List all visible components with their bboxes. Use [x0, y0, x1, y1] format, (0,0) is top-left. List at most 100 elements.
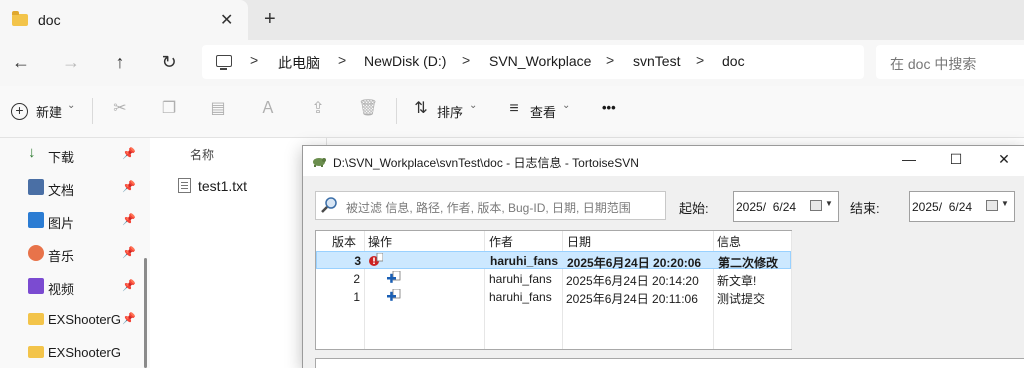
sidebar-item-exshootergame[interactable]: EXShooterGame 📌 — [28, 309, 146, 333]
column-header-name[interactable]: 名称 — [190, 146, 214, 163]
to-date-value: 2025/ 6/24 — [912, 200, 973, 214]
close-button[interactable]: ✕ — [994, 151, 1014, 171]
column-divider — [791, 231, 792, 349]
column-header-date[interactable]: 日期 — [567, 233, 591, 250]
log-message-pane[interactable] — [315, 358, 1024, 368]
chevron-down-icon: ⌄ — [67, 100, 76, 111]
maximize-button[interactable]: ☐ — [946, 151, 966, 171]
column-header-message[interactable]: 信息 — [717, 233, 741, 250]
breadcrumb-separator: > — [696, 52, 705, 68]
paste-icon[interactable]: ▤ — [209, 100, 227, 118]
dialog-title-bar[interactable]: D:\SVN_Workplace\svnTest\doc - 日志信息 - To… — [303, 146, 1024, 176]
download-icon: ↓ — [28, 144, 36, 161]
breadcrumb-svntest[interactable]: svnTest — [633, 53, 680, 69]
calendar-icon — [986, 200, 998, 211]
new-button[interactable]: 新建 — [36, 102, 62, 121]
sidebar-item-videos[interactable]: 视频 📌 — [28, 276, 146, 300]
revision-number: 2 — [353, 272, 360, 286]
up-button[interactable]: ↑ — [109, 52, 131, 73]
breadcrumb-separator: > — [250, 52, 259, 68]
dialog-title: D:\SVN_Workplace\svnTest\doc - 日志信息 - To… — [333, 156, 639, 170]
column-header-revision[interactable]: 版本 — [332, 233, 356, 250]
chevron-down-icon: ▼ — [1001, 199, 1009, 208]
revision-date: 2025年6月24日 20:20:06 — [567, 256, 702, 270]
revision-message: 测试提交 — [717, 292, 766, 306]
sidebar-item-label: 视频 — [48, 282, 75, 297]
revision-author: haruhi_fans — [489, 272, 552, 286]
pin-icon: 📌 — [122, 148, 136, 160]
column-header-action[interactable]: 操作 — [368, 233, 392, 250]
revision-number: 3 — [354, 254, 361, 268]
added-icon — [387, 271, 401, 283]
minimize-button[interactable]: — — [899, 151, 919, 171]
revision-message: 第二次修改 — [718, 256, 779, 270]
from-label: 起始: — [679, 201, 709, 216]
sidebar-item-label: 下载 — [48, 150, 75, 165]
revision-row[interactable]: 3 haruhi_fans 2025年6月24日 20:20:06 第二次修改 — [316, 251, 791, 270]
sidebar-item-exshootergame-2[interactable]: EXShooterGame — [28, 342, 146, 366]
view-button[interactable]: 查看 — [530, 102, 556, 121]
breadcrumb-this-pc[interactable]: 此电脑 — [278, 53, 320, 73]
sort-icon: ⇅ — [414, 100, 428, 117]
sidebar-item-label: EXShooterGame — [48, 345, 120, 360]
search-input[interactable]: 在 doc 中搜索 — [876, 45, 1024, 79]
from-date-picker[interactable]: 2025/ 6/24 ▼ — [733, 191, 839, 222]
sidebar-item-documents[interactable]: 文档 📌 — [28, 177, 146, 201]
share-icon[interactable]: ⇪ — [309, 100, 327, 118]
search-placeholder: 在 doc 中搜索 — [890, 56, 977, 72]
calendar-icon — [810, 200, 822, 211]
breadcrumb-separator: > — [462, 52, 471, 68]
new-tab-button[interactable]: + — [264, 8, 276, 31]
sort-button[interactable]: 排序 — [437, 102, 463, 121]
copy-icon[interactable]: ❐ — [160, 100, 178, 118]
divider — [92, 98, 93, 124]
pin-icon: 📌 — [122, 313, 136, 325]
view-icon: ≡ — [509, 100, 519, 117]
sidebar-item-pictures[interactable]: 图片 📌 — [28, 210, 146, 234]
more-options-button[interactable]: ••• — [602, 100, 616, 115]
delete-icon[interactable]: 🗑 — [358, 100, 378, 118]
breadcrumb-separator: > — [338, 52, 347, 68]
address-row: ← → ↑ ↻ > 此电脑 > NewDisk (D:) > SVN_Workp… — [0, 40, 1024, 86]
picture-icon — [28, 212, 44, 228]
back-button[interactable]: ← — [10, 52, 32, 73]
sidebar-item-downloads[interactable]: ↓ 下载 📌 — [28, 144, 146, 168]
sidebar-item-music[interactable]: 音乐 📌 — [28, 243, 146, 267]
text-file-icon — [178, 178, 191, 193]
svn-log-dialog: D:\SVN_Workplace\svnTest\doc - 日志信息 - To… — [302, 145, 1024, 368]
chevron-down-icon: ⌄ — [469, 100, 478, 111]
sidebar-item-label: 音乐 — [48, 249, 75, 264]
file-name: test1.txt — [198, 178, 248, 194]
revision-author: haruhi_fans — [489, 290, 552, 304]
revision-row[interactable]: 2 haruhi_fans 2025年6月24日 20:14:20 新文章! — [316, 270, 791, 288]
breadcrumb-svn-workplace[interactable]: SVN_Workplace — [489, 53, 591, 69]
nav-scrollbar[interactable] — [144, 258, 147, 368]
address-bar[interactable]: > 此电脑 > NewDisk (D:) > SVN_Workplace > s… — [202, 45, 864, 79]
revision-row[interactable]: 1 haruhi_fans 2025年6月24日 20:11:06 测试提交 — [316, 288, 791, 306]
column-header-author[interactable]: 作者 — [489, 233, 513, 250]
to-label: 结束: — [850, 201, 880, 216]
breadcrumb-doc[interactable]: doc — [722, 53, 745, 69]
music-icon — [28, 245, 44, 261]
breadcrumb-separator: > — [606, 52, 615, 68]
breadcrumb-newdisk[interactable]: NewDisk (D:) — [364, 53, 446, 69]
pin-icon: 📌 — [122, 181, 136, 193]
pin-icon: 📌 — [122, 280, 136, 292]
forward-button[interactable]: → — [60, 52, 82, 73]
pin-icon: 📌 — [122, 247, 136, 259]
revision-author: haruhi_fans — [490, 254, 559, 268]
tortoise-icon — [313, 158, 326, 167]
folder-icon — [28, 346, 44, 358]
cut-icon[interactable]: ✂ — [111, 100, 129, 118]
rename-icon[interactable]: Ａ — [259, 100, 277, 118]
folder-icon — [12, 11, 28, 26]
close-tab-icon[interactable]: ✕ — [220, 10, 233, 30]
command-bar: + 新建 ⌄ ✂ ❐ ▤ Ａ ⇪ 🗑 ⇅ 排序 ⌄ ≡ 查看 ⌄ ••• — [0, 86, 1024, 138]
to-date-picker[interactable]: 2025/ 6/24 ▼ — [909, 191, 1015, 222]
search-icon — [321, 197, 337, 213]
log-filter-input[interactable]: 被过滤 信息, 路径, 作者, 版本, Bug-ID, 日期, 日期范围 — [315, 191, 666, 220]
revision-date: 2025年6月24日 20:14:20 — [566, 274, 699, 288]
this-pc-icon — [216, 55, 232, 70]
tab-doc[interactable]: doc ✕ — [0, 0, 248, 40]
refresh-button[interactable]: ↻ — [158, 52, 180, 73]
